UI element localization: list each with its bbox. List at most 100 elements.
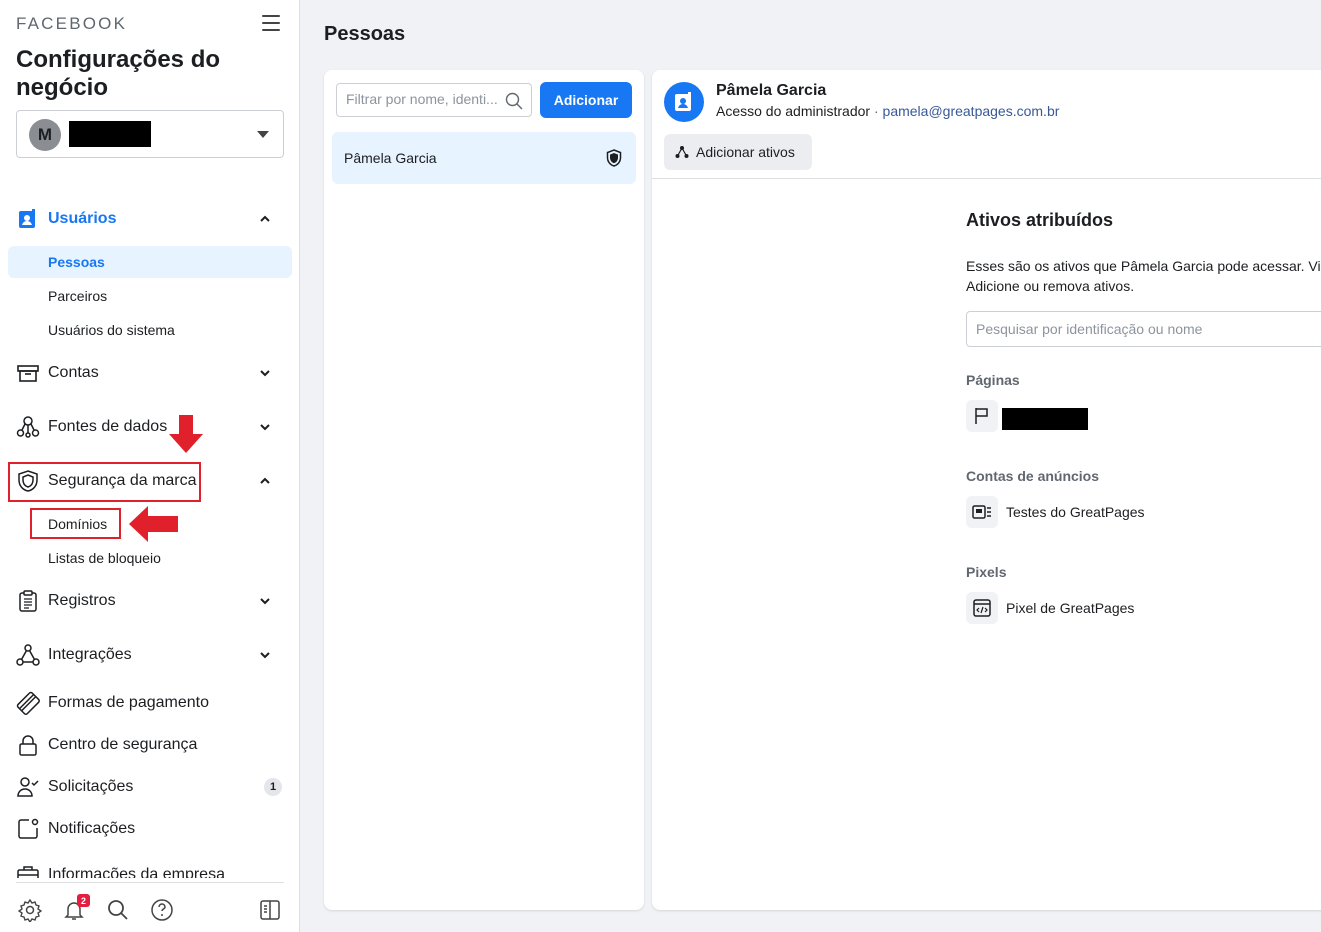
pixels-label: Pixels xyxy=(966,564,1007,580)
sidebar-item-registrations[interactable]: Registros xyxy=(8,584,292,618)
chevron-down-icon xyxy=(260,370,270,377)
user-icon xyxy=(675,92,691,111)
chevron-up-icon xyxy=(260,215,270,222)
admin-shield-icon xyxy=(606,149,622,167)
add-assets-button[interactable]: Adicionar ativos xyxy=(664,134,812,170)
asset-search-input[interactable] xyxy=(976,321,1316,337)
chevron-down-icon xyxy=(260,424,270,431)
sidebar-item-label: Usuários do sistema xyxy=(48,322,175,338)
person-name: Pâmela Garcia xyxy=(344,150,437,166)
people-list-panel: Adicionar Pâmela Garcia xyxy=(324,70,644,910)
separator: · xyxy=(870,103,883,119)
description-line: Adicione ou remova ativos. xyxy=(966,278,1135,294)
lock-icon xyxy=(16,733,40,757)
email-link[interactable]: pamela@greatpages.com.br xyxy=(883,103,1060,119)
redacted-page-name xyxy=(1002,408,1088,430)
pages-label: Páginas xyxy=(966,372,1020,388)
person-subtitle: Acesso do administrador · pamela@greatpa… xyxy=(716,103,1059,119)
panel-toggle-icon[interactable] xyxy=(258,898,282,922)
integrations-icon xyxy=(16,643,40,667)
section-title: Pessoas xyxy=(324,23,406,45)
menu-icon[interactable] xyxy=(262,15,280,31)
requests-count-badge: 1 xyxy=(264,778,282,796)
sidebar-item-security-center[interactable]: Centro de segurança xyxy=(8,728,292,762)
archive-icon xyxy=(16,361,40,385)
sidebar-item-payment-methods[interactable]: Formas de pagamento xyxy=(8,686,292,720)
description-line: Esses são os ativos que Pâmela Garcia po… xyxy=(966,258,1321,274)
briefcase-icon xyxy=(16,863,40,878)
ad-account-icon xyxy=(966,496,998,528)
user-avatar xyxy=(664,82,704,122)
access-role: Acesso do administrador xyxy=(716,103,871,119)
sidebar-item-label: Solicitações xyxy=(48,778,134,795)
sidebar-item-label: Notificações xyxy=(48,820,136,837)
sidebar-item-label: Centro de segurança xyxy=(48,736,198,753)
filter-input[interactable] xyxy=(346,91,501,107)
sidebar-item-label: Usuários xyxy=(48,210,117,227)
sidebar-item-block-lists[interactable]: Listas de bloqueio xyxy=(8,542,292,574)
business-account-selector[interactable]: M xyxy=(16,110,284,158)
credit-card-icon xyxy=(16,691,40,715)
sidebar: FACEBOOK Configurações do negócio M Usuá… xyxy=(0,0,300,932)
assigned-assets-title: Ativos atribuídos xyxy=(966,210,1114,230)
share-icon xyxy=(675,146,689,158)
person-detail-panel: Pâmela Garcia Acesso do administrador · … xyxy=(652,70,1321,910)
sidebar-item-label: Parceiros xyxy=(48,288,108,304)
page-title: Configurações do negócio xyxy=(16,46,221,101)
sidebar-item-data-sources[interactable]: Fontes de dados xyxy=(8,410,292,444)
sidebar-item-label: Listas de bloqueio xyxy=(48,550,161,566)
sidebar-item-requests[interactable]: Solicitações 1 xyxy=(8,770,292,804)
search-icon xyxy=(505,92,523,110)
sidebar-item-users[interactable]: Usuários xyxy=(8,202,292,236)
clipboard-icon xyxy=(16,589,40,613)
notification-badge: 2 xyxy=(77,894,90,907)
annotation-highlight-box xyxy=(8,462,201,502)
users-icon xyxy=(16,207,40,231)
sidebar-item-system-users[interactable]: Usuários do sistema xyxy=(8,314,292,346)
add-person-button[interactable]: Adicionar xyxy=(540,82,632,118)
annotation-highlight-box xyxy=(30,508,121,539)
user-check-icon xyxy=(16,775,40,799)
sidebar-clip: Informações da empresa xyxy=(0,856,299,878)
pixel-code-icon xyxy=(966,592,998,624)
sidebar-item-business-info[interactable]: Informações da empresa xyxy=(8,858,292,878)
help-icon[interactable] xyxy=(150,898,174,922)
search-icon[interactable] xyxy=(106,898,130,922)
sidebar-item-label: Formas de pagamento xyxy=(48,694,209,711)
pixel-name[interactable]: Pixel de GreatPages xyxy=(1006,600,1134,616)
caret-down-icon xyxy=(257,131,269,138)
chevron-up-icon xyxy=(260,477,270,484)
add-assets-label: Adicionar ativos xyxy=(696,144,795,160)
facebook-brand: FACEBOOK xyxy=(16,14,128,33)
ad-account-name[interactable]: Testes do GreatPages xyxy=(1006,504,1145,520)
sidebar-item-label: Pessoas xyxy=(48,254,105,270)
ad-accounts-label: Contas de anúncios xyxy=(966,468,1100,484)
detail-header: Pâmela Garcia Acesso do administrador · … xyxy=(652,70,1321,179)
sidebar-item-label: Registros xyxy=(48,592,116,609)
sidebar-item-label: Contas xyxy=(48,364,99,381)
sidebar-item-label: Fontes de dados xyxy=(48,418,168,435)
flag-icon xyxy=(966,400,998,432)
chevron-down-icon xyxy=(260,598,270,605)
divider xyxy=(16,882,284,883)
annotation-arrow-left xyxy=(129,506,178,542)
sidebar-item-notifications[interactable]: Notificações xyxy=(8,812,292,846)
data-sources-icon xyxy=(16,415,40,439)
list-item[interactable]: Pâmela Garcia xyxy=(332,132,636,184)
sidebar-item-accounts[interactable]: Contas xyxy=(8,356,292,390)
sidebar-item-label: Integrações xyxy=(48,646,132,663)
sidebar-item-people[interactable]: Pessoas xyxy=(8,246,292,278)
asset-search-wrapper[interactable] xyxy=(966,311,1321,347)
sidebar-item-label: Informações da empresa xyxy=(48,866,225,878)
annotation-arrow-down xyxy=(169,415,203,453)
chevron-down-icon xyxy=(260,652,270,659)
sidebar-item-partners[interactable]: Parceiros xyxy=(8,280,292,312)
redacted-account-name xyxy=(69,121,151,147)
sidebar-item-integrations[interactable]: Integrações xyxy=(8,638,292,672)
notification-icon xyxy=(16,817,40,841)
settings-icon[interactable] xyxy=(18,898,42,922)
assigned-assets-description: Esses são os ativos que Pâmela Garcia po… xyxy=(966,256,1321,296)
avatar: M xyxy=(29,119,61,151)
filter-input-wrapper[interactable] xyxy=(336,83,532,117)
person-name: Pâmela Garcia xyxy=(716,82,827,99)
